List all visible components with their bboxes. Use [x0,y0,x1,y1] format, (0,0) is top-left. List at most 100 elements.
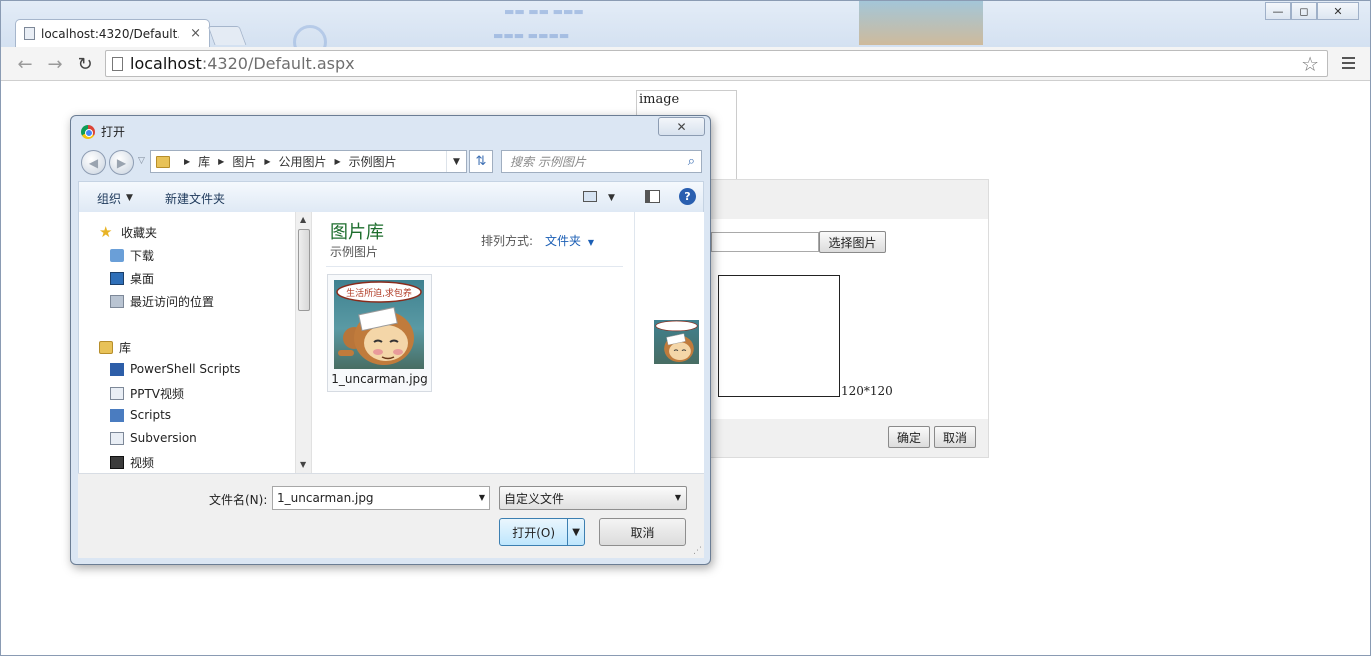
nav-desktop[interactable]: 桌面 [110,270,154,287]
back-button[interactable]: ← [13,52,37,76]
desktop-icon [110,272,124,285]
dialog-close-button[interactable]: ✕ [658,117,705,136]
breadcrumb-item[interactable]: 库 [198,153,210,170]
library-subtitle: 示例图片 [330,245,379,259]
menu-icon[interactable] [1337,51,1359,75]
folder-icon [156,155,170,168]
tab-close-icon[interactable]: × [190,26,201,41]
reload-button[interactable]: ↻ [73,52,97,76]
bookmark-star-icon[interactable]: ☆ [1301,52,1319,76]
preview-thumbnail [654,320,699,364]
search-placeholder: 搜索 示例图片 [510,155,586,169]
chevron-right-icon[interactable]: ▶ [264,157,270,166]
chevron-right-icon[interactable]: ▶ [218,157,224,166]
open-button[interactable]: 打开(O) ▼ [499,518,585,546]
background-text: ▬▬▬ ▬▬▬▬ [493,29,570,42]
page-icon [112,56,123,71]
file-path-input[interactable] [711,232,819,252]
sort-label: 排列方式: [481,234,534,248]
browser-tab[interactable]: localhost:4320/Default.a × [15,19,210,47]
dialog-footer: 文件名(N): 1_uncarman.jpg ▼ 自定义文件 ▼ 打开(O) ▼… [78,473,704,558]
view-options-icon[interactable] [583,191,597,202]
cancel-button[interactable]: 取消 [934,426,976,448]
download-folder-icon [110,249,124,262]
file-item[interactable]: 生活所迫,求包养 1_uncarman.jpg [327,274,432,392]
panel-header [702,180,988,219]
minimize-button[interactable]: — [1265,2,1291,20]
scripts-icon [110,408,124,422]
powershell-icon [110,362,124,376]
filename-input[interactable]: 1_uncarman.jpg ▼ [272,486,490,510]
nav-label: PPTV视频 [130,387,185,401]
browser-window: ▬▬ ▬▬ ▬▬▬ ▬▬▬ ▬▬▬▬ localhost:4320/Defaul… [0,0,1371,656]
chevron-right-icon[interactable]: ▶ [184,157,190,166]
dialog-title: 打开 [101,125,126,139]
breadcrumb-item[interactable]: 公用图片 [279,153,327,170]
nav-library-item[interactable]: Scripts [110,408,171,422]
new-folder-button[interactable]: 新建文件夹 [165,190,225,207]
help-icon[interactable]: ? [679,188,696,205]
nav-favorites[interactable]: ★ 收藏夹 [99,224,157,241]
refresh-icon[interactable]: ⇅ [469,150,493,173]
nav-library-item[interactable]: PowerShell Scripts [110,362,240,376]
forward-button[interactable]: → [43,52,67,76]
nav-library-item[interactable]: Subversion [110,431,197,445]
preview-pane-icon[interactable] [645,190,660,203]
sort-dropdown[interactable]: 文件夹 ▼ [545,232,594,249]
library-title: 图片库 [330,222,384,243]
image-preview [718,275,840,397]
organize-menu[interactable]: 组织 [97,190,121,207]
nav-label: PowerShell Scripts [130,362,241,376]
recent-locations-icon[interactable]: ▽ [138,156,145,166]
monkey-preview-icon [655,320,698,363]
nav-recent-places[interactable]: 最近访问的位置 [110,293,214,310]
chevron-down-icon[interactable]: ▼ [567,519,584,545]
recent-places-icon [110,295,124,308]
maximize-button[interactable]: ◻ [1291,2,1317,20]
dialog-cancel-button[interactable]: 取消 [599,518,686,546]
search-input[interactable]: 搜索 示例图片 ⌕ [501,150,702,173]
url-path: :4320/Default.aspx [201,54,355,73]
nav-label: 库 [119,341,132,355]
chevron-right-icon[interactable]: ▶ [335,157,341,166]
forward-arrow-icon[interactable]: ▶ [109,150,134,175]
back-arrow-icon[interactable]: ◀ [81,150,106,175]
search-icon[interactable]: ⌕ [688,154,695,169]
chevron-down-icon[interactable]: ▼ [126,193,133,203]
path-bar[interactable]: ▶ 库 ▶ 图片 ▶ 公用图片 ▶ 示例图片 ▼ [150,150,467,173]
divider [326,266,623,267]
select-image-button[interactable]: 选择图片 [819,231,886,253]
nav-library-item[interactable]: PPTV视频 [110,385,184,402]
title-bar: ▬▬ ▬▬ ▬▬▬ ▬▬▬ ▬▬▬▬ localhost:4320/Defaul… [1,1,1370,59]
resize-grip-icon[interactable]: ⋰ [693,546,702,556]
chrome-icon [81,124,95,139]
open-button-label: 打开(O) [512,525,555,540]
chevron-down-icon[interactable]: ▼ [608,193,615,203]
nav-label: 桌面 [130,272,155,286]
dialog-title-bar: 打开 [81,123,125,140]
breadcrumb-item[interactable]: 图片 [232,153,256,170]
filename-label: 文件名(N): [209,493,268,507]
window-controls: — ◻ ✕ [1265,2,1359,20]
chevron-down-icon[interactable]: ▼ [446,151,466,172]
scroll-up-icon[interactable]: ▲ [300,215,306,224]
ok-button[interactable]: 确定 [888,426,930,448]
close-window-button[interactable]: ✕ [1317,2,1359,20]
scroll-thumb[interactable] [298,229,310,311]
thumbnail-caption: 生活所迫,求包养 [346,287,412,299]
page-icon [24,27,35,40]
address-bar[interactable]: localhost :4320/Default.aspx ☆ [105,50,1328,77]
nav-library-item[interactable]: 视频 [110,454,154,471]
nav-downloads[interactable]: 下载 [110,247,154,264]
command-bar: 组织 ▼ 新建文件夹 ▼ ? [78,181,704,212]
navigation-pane: ★ 收藏夹 下载 桌面 最近访问的位置 库 PowerShell Scripts… [78,212,295,473]
preview-pane [634,212,704,473]
chevron-down-icon[interactable]: ▼ [479,493,485,502]
file-type-select[interactable]: 自定义文件 ▼ [499,486,687,510]
breadcrumb-item[interactable]: 示例图片 [349,153,397,170]
new-tab-button[interactable] [207,26,247,45]
scroll-down-icon[interactable]: ▼ [300,460,306,469]
nav-libraries[interactable]: 库 [99,339,131,356]
browser-toolbar: ← → ↻ localhost :4320/Default.aspx ☆ [1,47,1370,81]
nav-scrollbar[interactable]: ▲ ▼ [295,212,312,473]
